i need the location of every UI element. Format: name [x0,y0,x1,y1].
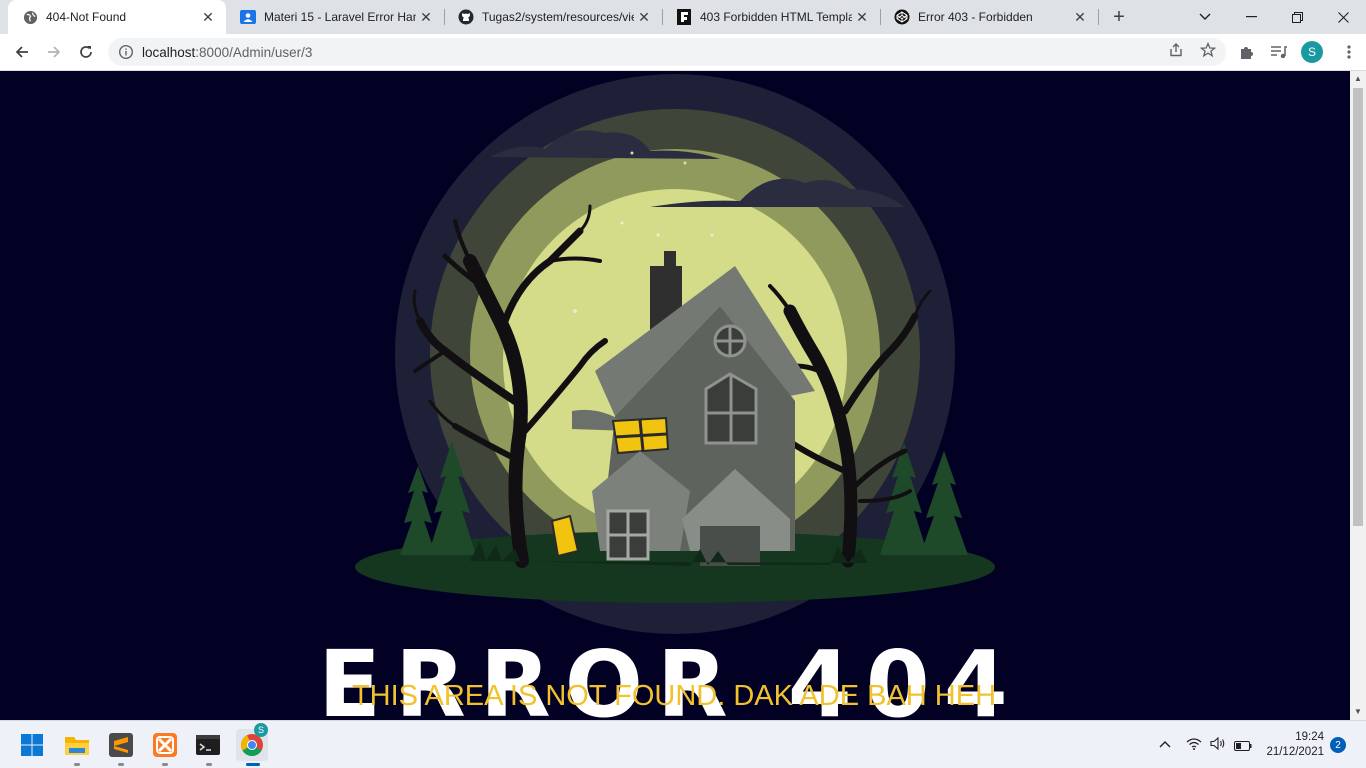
reload-button[interactable] [72,38,100,66]
star [656,233,660,237]
browser-toolbar: localhost:8000/Admin/user/3 S [0,34,1366,71]
url-path: :8000/Admin/user/3 [195,44,313,60]
restore-button[interactable] [1274,0,1320,34]
tab-title: Tugas2/system/resources/vie [482,10,634,24]
arrow-right-icon [48,46,61,58]
xampp-icon[interactable] [149,729,181,761]
scroll-up-arrow-icon[interactable]: ▲ [1354,74,1362,83]
share-icon [1170,43,1182,57]
notification-badge[interactable]: 2 [1330,737,1346,753]
running-indicator [206,763,212,766]
battery-icon[interactable] [1234,738,1252,754]
scroll-down-arrow-icon[interactable]: ▼ [1354,707,1362,716]
globe-icon [22,9,38,25]
tab-404-not-found[interactable]: 404-Not Found ✕ [8,0,226,34]
new-tab-button[interactable]: + [1107,5,1131,29]
playlist-icon [1271,46,1287,59]
site-info-icon[interactable] [118,44,134,60]
star [573,309,577,313]
tab-403-template[interactable]: 403 Forbidden HTML Templa ✕ [662,0,880,34]
error-subtitle: THIS AREA IS NOT FOUND. DAK ADE BAH HEH [351,680,997,712]
tab-title: 403 Forbidden HTML Templa [700,10,852,24]
close-tab-icon[interactable]: ✕ [1070,7,1090,27]
clock-date: 21/12/2021 [1266,746,1324,758]
volume-icon[interactable] [1210,736,1226,753]
puzzle-icon [1241,47,1253,59]
star [683,161,687,165]
bookmark-button[interactable] [1198,40,1218,60]
active-indicator [246,763,260,766]
close-tab-icon[interactable]: ✕ [198,7,218,27]
file-explorer-icon[interactable] [61,729,93,761]
tab-search-button[interactable] [1182,0,1228,34]
classroom-icon [240,9,256,25]
sublime-text-icon[interactable] [105,729,137,761]
running-indicator [74,763,80,766]
minimize-button[interactable] [1228,0,1274,34]
tab-tugas2[interactable]: Tugas2/system/resources/vie ✕ [444,0,662,34]
star [630,151,634,155]
close-window-button[interactable] [1320,0,1366,34]
profile-avatar[interactable]: S [1301,41,1323,63]
more-vert-icon [1347,45,1351,59]
arrow-left-icon [15,46,28,58]
show-hidden-icons-button[interactable] [1159,735,1171,751]
tab-title: 404-Not Found [46,10,127,24]
reload-icon [80,46,92,58]
scrollbar-thumb[interactable] [1353,88,1363,526]
tab-strip: 404-Not Found ✕ Materi 15 - Laravel Erro… [0,0,1366,34]
close-icon [1337,11,1349,23]
windows-taskbar: S 19:24 21/12/2021 2 [0,720,1366,768]
star [710,233,714,237]
system-clock[interactable]: 19:24 21/12/2021 [1262,730,1324,760]
star-icon [1200,42,1216,58]
url-host: localhost [142,44,196,60]
address-bar[interactable]: localhost:8000/Admin/user/3 [108,38,1226,66]
tab-divider [1098,9,1099,25]
chevron-down-icon [1199,13,1211,20]
page-viewport: ERROR 404 THIS AREA IS NOT FOUND. DAK AD… [0,71,1350,720]
vertical-scrollbar[interactable]: ▲ ▼ [1350,71,1366,720]
template-site-icon [676,9,692,25]
close-tab-icon[interactable]: ✕ [416,7,436,27]
tab-title: Error 403 - Forbidden [918,10,1033,24]
chrome-icon[interactable]: S [236,723,268,761]
chevron-up-icon [1159,741,1171,748]
haunted-house-illustration [355,74,995,634]
tab-materi-15[interactable]: Materi 15 - Laravel Error Han ✕ [226,0,444,34]
running-indicator [118,763,124,766]
star [620,221,624,225]
tab-title: Materi 15 - Laravel Error Han [264,10,416,24]
media-control-button[interactable] [1266,39,1292,65]
minimize-icon [1245,16,1257,18]
back-button[interactable] [8,38,36,66]
restore-icon [1291,11,1303,23]
codepen-icon [894,9,910,25]
extensions-button[interactable] [1234,39,1260,65]
wifi-icon[interactable] [1186,737,1202,753]
chrome-profile-badge: S [254,723,268,737]
clock-time: 19:24 [1295,731,1324,743]
chrome-menu-button[interactable] [1336,39,1362,65]
running-indicator [162,763,168,766]
share-button[interactable] [1166,40,1186,60]
close-tab-icon[interactable]: ✕ [852,7,872,27]
url-text: localhost:8000/Admin/user/3 [142,45,312,60]
close-tab-icon[interactable]: ✕ [634,7,654,27]
tab-error-403[interactable]: Error 403 - Forbidden ✕ [880,0,1098,34]
windows-start-icon[interactable] [16,729,48,761]
terminal-icon[interactable] [192,729,224,761]
github-icon [458,9,474,25]
forward-button[interactable] [40,38,68,66]
